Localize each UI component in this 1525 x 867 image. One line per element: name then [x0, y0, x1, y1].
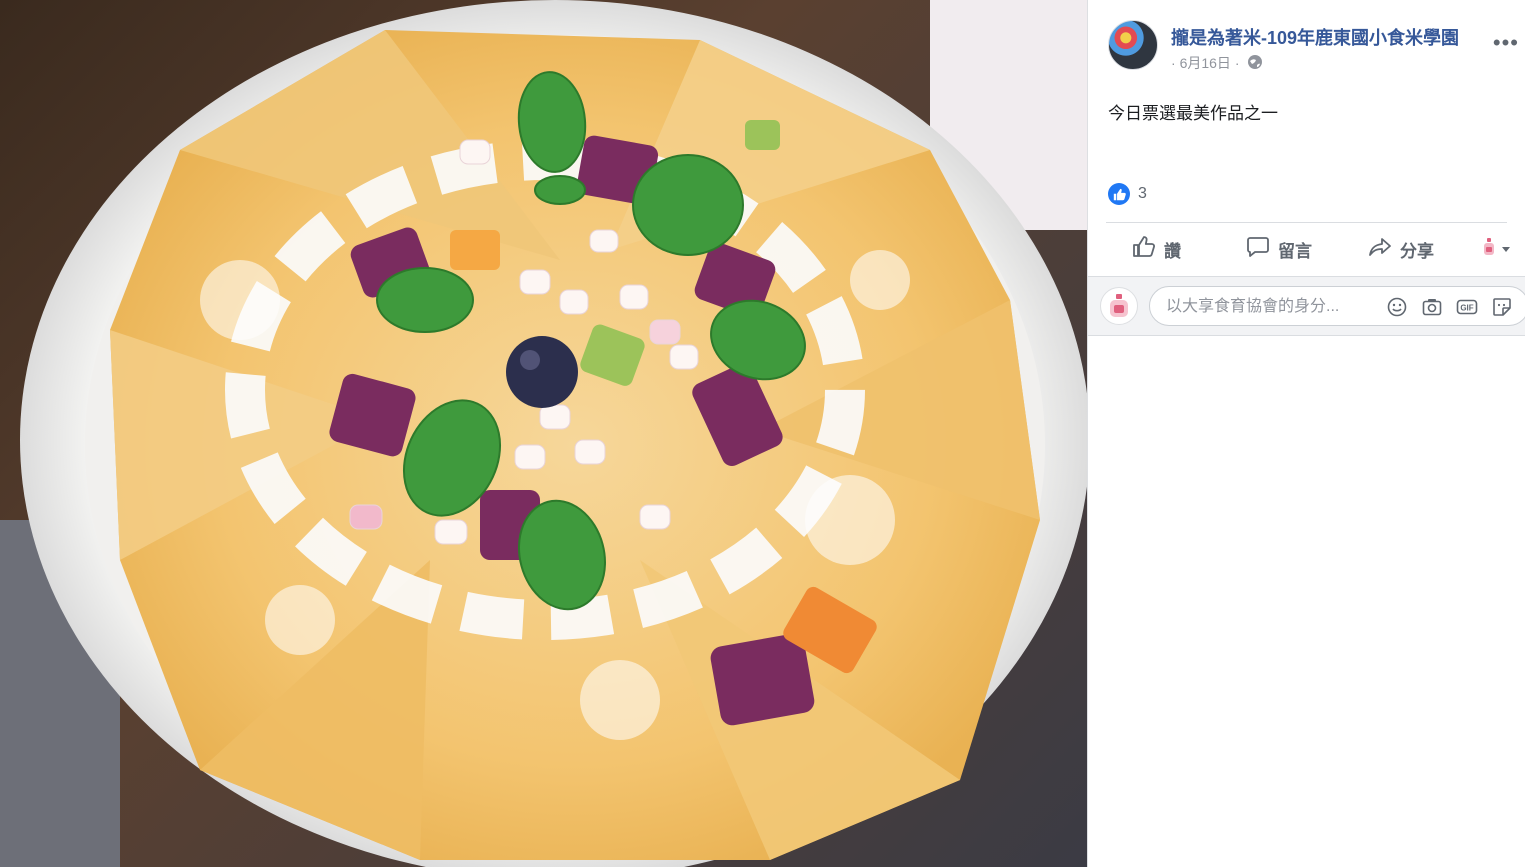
- comment-composer: GIF: [1088, 276, 1525, 336]
- meta-separator: ·: [1171, 55, 1176, 71]
- commenter-avatar[interactable]: [1100, 287, 1138, 325]
- like-label: 讚: [1164, 241, 1181, 261]
- share-label: 分享: [1400, 241, 1434, 261]
- share-icon: [1368, 235, 1392, 264]
- view-as-icon: [1481, 237, 1497, 262]
- comment-button[interactable]: 留言: [1246, 235, 1312, 264]
- reactions-summary[interactable]: 3: [1108, 182, 1147, 206]
- gif-icon[interactable]: GIF: [1456, 296, 1478, 318]
- share-button[interactable]: 分享: [1368, 235, 1434, 264]
- post-details-panel: 攏是為著米-109年鹿東國小食米學園 · 6月16日 · ••• 今日票選最美作…: [1087, 0, 1525, 867]
- more-icon: •••: [1492, 30, 1519, 55]
- post-photo[interactable]: [0, 0, 1087, 867]
- view-as-selector[interactable]: [1481, 237, 1511, 262]
- sticker-icon[interactable]: [1491, 296, 1513, 318]
- page-name-link[interactable]: 攏是為著米-109年鹿東國小食米學園: [1171, 24, 1459, 50]
- like-button[interactable]: 讚: [1132, 235, 1181, 264]
- post-header: 攏是為著米-109年鹿東國小食米學園 · 6月16日 · •••: [1108, 20, 1525, 72]
- comment-icon: [1246, 235, 1270, 264]
- chevron-down-icon: [1501, 239, 1511, 259]
- emoji-icon[interactable]: [1386, 296, 1408, 318]
- globe-icon[interactable]: [1247, 54, 1263, 73]
- comment-input[interactable]: [1164, 287, 1368, 327]
- comment-box: GIF: [1149, 286, 1525, 327]
- comment-label: 留言: [1278, 241, 1312, 261]
- post-caption: 今日票選最美作品之一: [1108, 104, 1278, 123]
- post-meta: · 6月16日 ·: [1171, 53, 1263, 73]
- svg-text:GIF: GIF: [1460, 304, 1473, 313]
- post-date-link[interactable]: 6月16日: [1180, 55, 1231, 71]
- camera-icon[interactable]: [1421, 296, 1443, 318]
- like-reaction-icon: [1108, 183, 1130, 205]
- more-options-button[interactable]: •••: [1493, 32, 1519, 54]
- page-avatar[interactable]: [1108, 20, 1158, 70]
- like-count: 3: [1138, 185, 1147, 202]
- like-icon: [1132, 235, 1156, 264]
- meta-separator-2: ·: [1234, 55, 1240, 71]
- crepe-photo-illustration: [0, 0, 1087, 867]
- action-bar: 讚 留言 分享: [1106, 228, 1515, 270]
- divider-top: [1106, 222, 1507, 223]
